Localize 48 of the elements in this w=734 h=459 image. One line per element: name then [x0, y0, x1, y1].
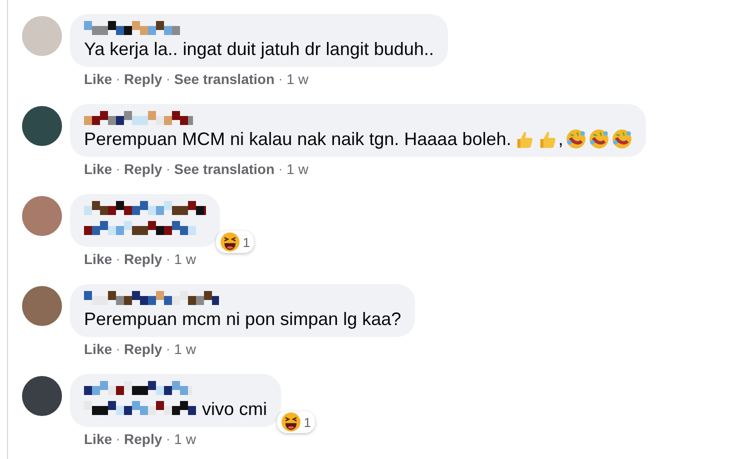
laughing-face-icon [589, 129, 610, 149]
laughing-face-icon [220, 232, 240, 252]
laughing-face-icon [612, 129, 632, 149]
action-link[interactable]: See translation [174, 71, 275, 87]
action-link[interactable]: Reply [124, 251, 162, 267]
action-link[interactable]: Reply [124, 161, 162, 177]
separator-dot: · [116, 72, 120, 86]
reaction-count: 1 [304, 414, 312, 430]
avatar-photo [22, 16, 62, 56]
action-link[interactable]: Reply [124, 71, 162, 87]
avatar-photo [22, 286, 62, 326]
action-link[interactable]: Like [84, 71, 112, 87]
timestamp[interactable]: 1 w [174, 341, 196, 357]
separator-dot: · [166, 72, 170, 86]
avatar-photo [22, 106, 62, 146]
separator-dot: · [116, 342, 120, 356]
separator-dot: · [116, 162, 120, 176]
comment-text: vivo cmi [201, 398, 268, 420]
action-link[interactable]: Like [84, 161, 112, 177]
action-link[interactable]: Like [84, 431, 112, 447]
laughing-face-icon [280, 412, 301, 432]
reaction-badge[interactable]: 1 [216, 231, 254, 253]
separator-dot: · [116, 252, 120, 266]
separator-dot: · [116, 432, 120, 446]
separator-dot: · [278, 72, 283, 86]
avatar-photo [22, 196, 62, 236]
comment-text: , [558, 128, 564, 150]
reaction-count: 1 [242, 234, 250, 250]
comment-text: Perempuan mcm ni pon simpan lg kaa? [84, 308, 402, 330]
action-link[interactable]: Like [84, 251, 112, 267]
comment-text: Ya kerja la.. ingat duit jatuh dr langit buduh.. [84, 38, 434, 60]
comment-text: Perempuan MCM ni kalau nak naik tgn. Haaaa boleh. [84, 128, 512, 150]
timestamp[interactable]: 1 w [286, 161, 308, 177]
action-link[interactable]: Reply [124, 341, 162, 357]
avatar-photo [22, 376, 62, 416]
timestamp[interactable]: 1 w [286, 71, 308, 87]
reaction-badge[interactable]: 1 [276, 411, 316, 433]
separator-dot: · [166, 162, 170, 176]
action-link[interactable]: See translation [174, 161, 275, 177]
laughing-face-icon [566, 129, 586, 149]
timestamp[interactable]: 1 w [174, 431, 196, 447]
action-link[interactable]: Reply [124, 431, 162, 447]
separator-dot: · [166, 432, 170, 446]
separator-dot: · [278, 162, 283, 176]
action-link[interactable]: Like [84, 341, 112, 357]
separator-dot: · [166, 342, 170, 356]
separator-dot: · [166, 252, 170, 266]
timestamp[interactable]: 1 w [174, 251, 196, 267]
